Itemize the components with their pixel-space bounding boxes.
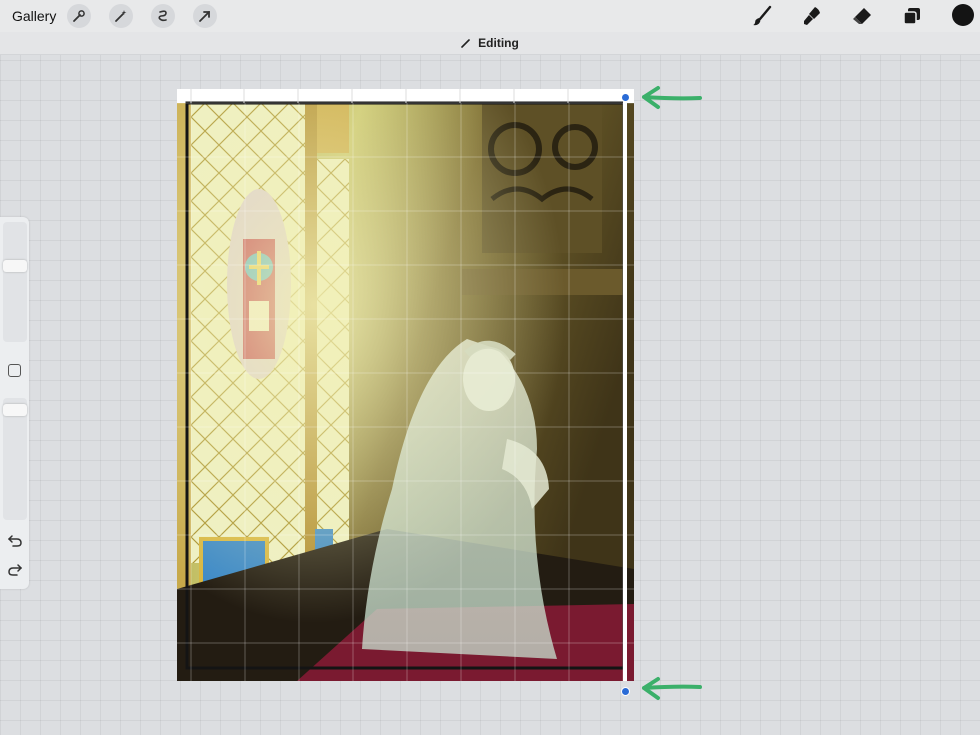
top-right-handle[interactable] <box>621 93 630 102</box>
opacity-thumb[interactable] <box>3 403 27 416</box>
eraser-icon[interactable] <box>851 5 873 27</box>
modify-button[interactable] <box>8 364 21 377</box>
actions-wrench-button[interactable] <box>67 4 91 28</box>
layers-icon[interactable] <box>901 5 923 27</box>
bottom-right-handle[interactable] <box>621 687 630 696</box>
adjustments-button[interactable] <box>109 4 133 28</box>
selection-button[interactable] <box>151 4 175 28</box>
editing-label: Editing <box>478 36 519 50</box>
wrench-icon <box>73 10 85 22</box>
status-bar: Editing <box>0 32 980 55</box>
redo-icon[interactable] <box>7 562 23 578</box>
gallery-button[interactable]: Gallery <box>12 8 56 24</box>
selection-icon <box>158 10 167 22</box>
transform-button[interactable] <box>193 4 217 28</box>
annotation-arrow-bottom <box>642 677 702 700</box>
color-swatch[interactable] <box>952 4 974 26</box>
transform-arrow-icon <box>199 11 210 22</box>
pencil-icon <box>461 38 470 48</box>
brush-icon[interactable] <box>751 5 773 27</box>
opacity-slider[interactable] <box>3 398 27 520</box>
brush-size-thumb[interactable] <box>3 259 27 272</box>
artwork-image <box>177 89 634 681</box>
drawing-canvas[interactable] <box>177 89 634 681</box>
undo-icon[interactable] <box>7 533 23 549</box>
top-toolbar: Gallery <box>0 0 980 32</box>
smudge-icon[interactable] <box>801 5 823 27</box>
annotation-arrow-top <box>642 86 702 109</box>
magic-wand-icon <box>115 10 127 22</box>
brush-size-slider[interactable] <box>3 222 27 342</box>
left-sidebar <box>0 217 29 589</box>
